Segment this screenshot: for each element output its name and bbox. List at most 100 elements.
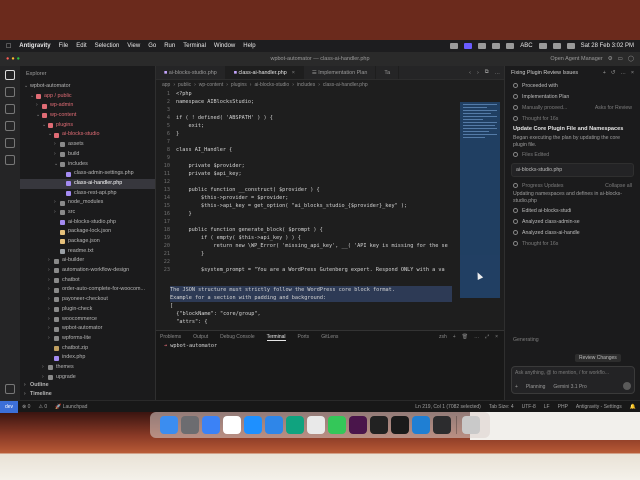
terminal-icon[interactable] bbox=[391, 416, 409, 434]
new-terminal-icon[interactable]: + bbox=[453, 334, 456, 340]
agent-step[interactable]: Manually proceed... Asks for Review bbox=[505, 102, 640, 113]
tree-folder[interactable]: › assets bbox=[20, 140, 155, 150]
minimize-window-icon[interactable]: ● bbox=[11, 56, 14, 62]
tree-file[interactable]: class-rest-api.php bbox=[20, 189, 155, 199]
agent-chat-input[interactable]: Ask anything, @ to mention, / for workfl… bbox=[511, 366, 635, 394]
cloud-icon[interactable] bbox=[478, 43, 487, 49]
search-activity-icon[interactable] bbox=[5, 87, 15, 97]
tree-folder[interactable]: ⌄ plugins bbox=[20, 121, 155, 131]
menu-selection[interactable]: Selection bbox=[95, 43, 120, 49]
history-icon[interactable]: ↺ bbox=[611, 70, 616, 76]
minimap[interactable] bbox=[460, 102, 500, 298]
breadcrumb-item[interactable]: app bbox=[162, 82, 170, 88]
code-line[interactable]: 17 bbox=[156, 218, 456, 226]
close-panel-icon[interactable]: × bbox=[495, 334, 498, 340]
tab-class-ai-handler[interactable]: ■ class-ai-handler.php × bbox=[225, 66, 304, 79]
code-line[interactable]: 20 return new \WP_Error( 'missing_api_ke… bbox=[156, 242, 456, 250]
agent-step[interactable]: Thought for 16s bbox=[505, 113, 640, 124]
code-line[interactable]: 22 bbox=[156, 258, 456, 266]
code-line[interactable]: 12 bbox=[156, 178, 456, 186]
antigravity-settings[interactable]: Antigravity - Settings bbox=[572, 404, 626, 410]
figma-icon[interactable] bbox=[370, 416, 388, 434]
send-icon[interactable] bbox=[623, 382, 631, 390]
agent-step[interactable]: Implementation Plan bbox=[505, 91, 640, 102]
tree-folder[interactable]: › wp-admin bbox=[20, 101, 155, 111]
tree-file[interactable]: chatbot.zip bbox=[20, 344, 155, 354]
antigravity-icon[interactable] bbox=[433, 416, 451, 434]
close-window-icon[interactable]: ● bbox=[6, 56, 9, 62]
settings-gear-icon[interactable]: ⚙ bbox=[608, 56, 613, 62]
tree-folder[interactable]: › wpforms-lite bbox=[20, 334, 155, 344]
split-editor-icon[interactable]: ⧉ bbox=[485, 69, 489, 76]
tree-file[interactable]: index.php bbox=[20, 353, 155, 363]
tree-folder[interactable]: › order-auto-complete-for-woocom... bbox=[20, 285, 155, 295]
code-line[interactable]: 4 if ( ! defined( 'ABSPATH' ) ) { bbox=[156, 114, 456, 122]
menu-go[interactable]: Go bbox=[148, 43, 156, 49]
tab-size[interactable]: Tab Size: 4 bbox=[485, 404, 518, 410]
agent-step[interactable]: Proceeded with bbox=[505, 80, 640, 91]
errors-count[interactable]: ⊗ 0 bbox=[18, 404, 34, 410]
code-line[interactable]: 8 class AI_Handler { bbox=[156, 146, 456, 154]
launchpad-item[interactable]: 🚀 Launchpad bbox=[51, 404, 91, 410]
control-center-icon[interactable] bbox=[566, 43, 575, 49]
code-line[interactable]: 21 } bbox=[156, 250, 456, 258]
breadcrumb-item[interactable]: public bbox=[178, 82, 191, 88]
agent-step-action[interactable]: Collapse all bbox=[605, 183, 632, 189]
wifi-icon[interactable] bbox=[538, 43, 547, 49]
timeline-section[interactable]: › Timeline bbox=[20, 390, 155, 400]
tree-folder[interactable]: › node_modules bbox=[20, 198, 155, 208]
vscode-icon[interactable] bbox=[412, 416, 430, 434]
breadcrumb-item[interactable]: wp-content bbox=[199, 82, 223, 88]
open-agent-manager-button[interactable]: Open Agent Manager bbox=[550, 56, 602, 62]
tree-file[interactable]: class-ai-handler.php bbox=[20, 178, 155, 189]
remote-explorer-icon[interactable] bbox=[5, 155, 15, 165]
panel-tab-ports[interactable]: Ports bbox=[298, 334, 310, 340]
add-context-icon[interactable]: + bbox=[515, 384, 518, 390]
panel-tab-terminal[interactable]: Terminal bbox=[266, 334, 286, 341]
tab-overflow[interactable]: Ta bbox=[376, 66, 400, 79]
more-actions-icon[interactable]: … bbox=[620, 70, 625, 76]
code-line[interactable]: 16 } bbox=[156, 210, 456, 218]
maximize-panel-icon[interactable]: ⤢ bbox=[485, 334, 489, 340]
record-icon[interactable] bbox=[450, 43, 459, 49]
run-debug-icon[interactable] bbox=[5, 121, 15, 131]
agent-step-action[interactable]: Asks for Review bbox=[595, 105, 632, 111]
tree-folder[interactable]: › themes bbox=[20, 363, 155, 373]
new-chat-icon[interactable]: + bbox=[603, 70, 606, 76]
code-line[interactable]: 9 bbox=[156, 154, 456, 162]
battery-icon[interactable] bbox=[506, 43, 515, 49]
finder-icon[interactable] bbox=[160, 416, 178, 434]
screen-share-icon[interactable] bbox=[464, 43, 473, 49]
model-select[interactable]: Gemini 3.1 Pro bbox=[553, 384, 586, 390]
menu-edit[interactable]: Edit bbox=[76, 43, 86, 49]
agent-step[interactable]: Analyzed class-ai-handle bbox=[505, 227, 640, 238]
slack-icon[interactable] bbox=[349, 416, 367, 434]
code-line[interactable]: 7 bbox=[156, 138, 456, 146]
tree-file[interactable]: readme.txt bbox=[20, 247, 155, 257]
menu-run[interactable]: Run bbox=[164, 43, 175, 49]
code-line[interactable]: 2 namespace AIBlocksStudio; bbox=[156, 98, 456, 106]
chatgpt-icon[interactable] bbox=[286, 416, 304, 434]
language-mode[interactable]: PHP bbox=[554, 404, 572, 410]
code-line[interactable]: 23 $system_prompt = "You are a WordPress… bbox=[156, 266, 456, 274]
tab-implementation-plan[interactable]: ☰ Implementation Plan bbox=[304, 66, 377, 79]
chrome-icon[interactable] bbox=[307, 416, 325, 434]
mail-icon[interactable] bbox=[202, 416, 220, 434]
terminal-prompt[interactable]: ➜ wpbot-automator bbox=[156, 343, 504, 349]
tree-folder[interactable]: › src bbox=[20, 208, 155, 218]
menu-file[interactable]: File bbox=[59, 43, 69, 49]
input-source[interactable]: ABC bbox=[520, 43, 532, 49]
code-editor[interactable]: 1 <?php 2 namespace AIBlocksStudio; 3 4 if ( !… bbox=[156, 90, 456, 310]
code-line[interactable]: 5 exit; bbox=[156, 122, 456, 130]
code-line[interactable]: 19 if ( empty( $this->api_key ) ) { bbox=[156, 234, 456, 242]
messages-icon[interactable] bbox=[328, 416, 346, 434]
more-actions-icon[interactable]: … bbox=[495, 70, 500, 76]
account-icon[interactable]: ◯ bbox=[628, 56, 634, 62]
code-line[interactable]: 6} bbox=[156, 130, 456, 138]
code-line[interactable]: 10 private $provider; bbox=[156, 162, 456, 170]
agent-step[interactable]: Edited ai-blocks-studi bbox=[505, 205, 640, 216]
menu-window[interactable]: Window bbox=[214, 43, 235, 49]
close-panel-icon[interactable]: × bbox=[631, 70, 634, 76]
cursor-position[interactable]: Ln 219, Col 1 (7082 selected) bbox=[411, 404, 485, 410]
outline-section[interactable]: › Outline bbox=[20, 381, 155, 391]
